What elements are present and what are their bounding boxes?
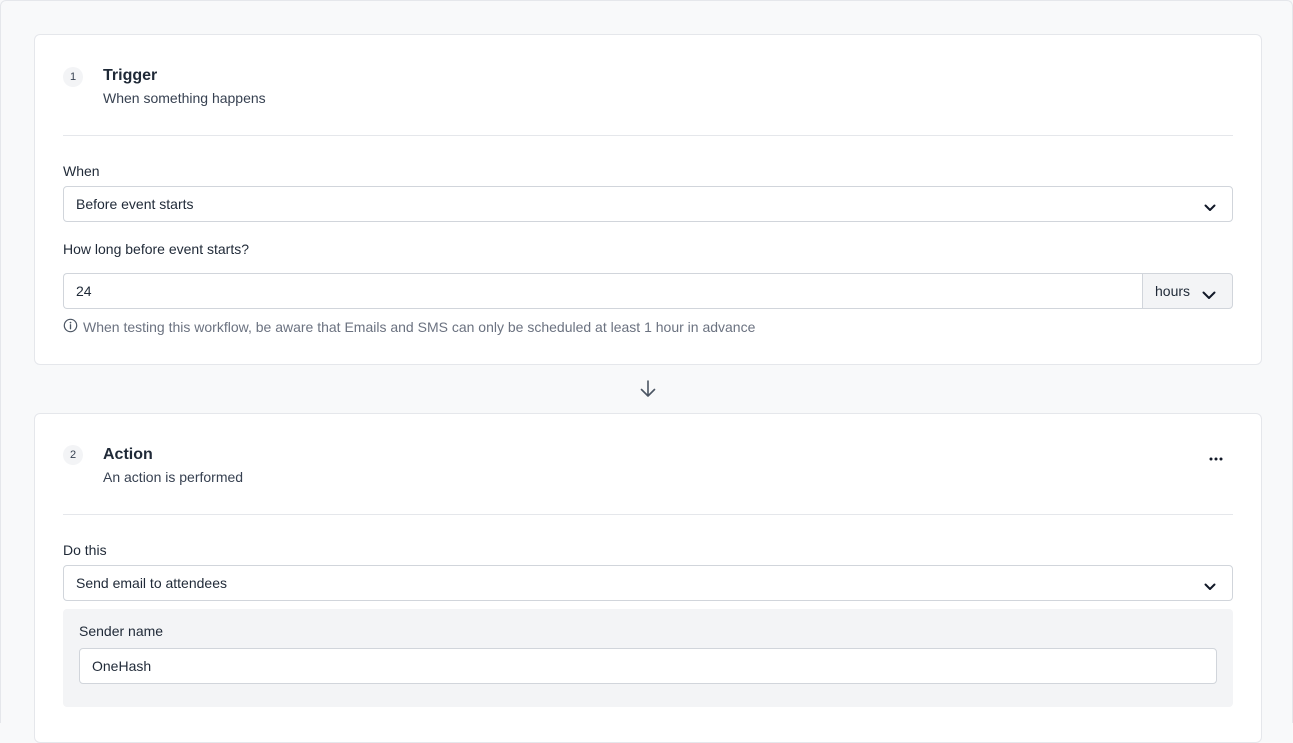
sender-name-label: Sender name xyxy=(79,623,164,639)
step-badge: 2 xyxy=(63,445,83,465)
duration-label: How long before event starts? xyxy=(63,241,249,257)
hint-text: When testing this workflow, be aware tha… xyxy=(83,319,756,335)
chevron-down-icon xyxy=(1204,199,1216,215)
action-type-select[interactable]: Send email to attendees xyxy=(63,565,1233,601)
trigger-subtitle: When something happens xyxy=(103,90,266,106)
workflow-editor: 1 Trigger When something happens When Be… xyxy=(0,0,1293,743)
divider xyxy=(63,135,1233,136)
duration-field-group: hours xyxy=(63,273,1233,309)
more-horizontal-icon[interactable] xyxy=(1205,450,1227,468)
chevron-down-icon xyxy=(1202,287,1216,303)
action-type-value: Send email to attendees xyxy=(76,575,227,591)
when-select[interactable]: Before event starts xyxy=(63,186,1233,222)
divider xyxy=(63,514,1233,515)
trigger-title: Trigger xyxy=(103,67,158,84)
when-select-value: Before event starts xyxy=(76,196,194,212)
scheduling-hint: When testing this workflow, be aware tha… xyxy=(63,318,755,336)
sender-settings-panel: Sender name xyxy=(63,609,1233,707)
duration-input[interactable] xyxy=(63,273,1143,309)
action-title: Action xyxy=(103,446,153,463)
sender-name-input[interactable] xyxy=(79,648,1217,684)
trigger-card: 1 Trigger When something happens When Be… xyxy=(34,34,1262,365)
action-subtitle: An action is performed xyxy=(103,469,244,485)
arrow-down-icon xyxy=(639,379,657,404)
chevron-down-icon xyxy=(1204,578,1216,594)
action-card: 2 Action An action is performed Do this … xyxy=(34,413,1262,743)
when-label: When xyxy=(63,163,100,179)
info-icon xyxy=(63,318,78,336)
step-badge: 1 xyxy=(63,67,83,87)
duration-unit-value: hours xyxy=(1155,283,1191,299)
do-this-label: Do this xyxy=(63,542,107,558)
duration-unit-select[interactable]: hours xyxy=(1142,273,1233,309)
